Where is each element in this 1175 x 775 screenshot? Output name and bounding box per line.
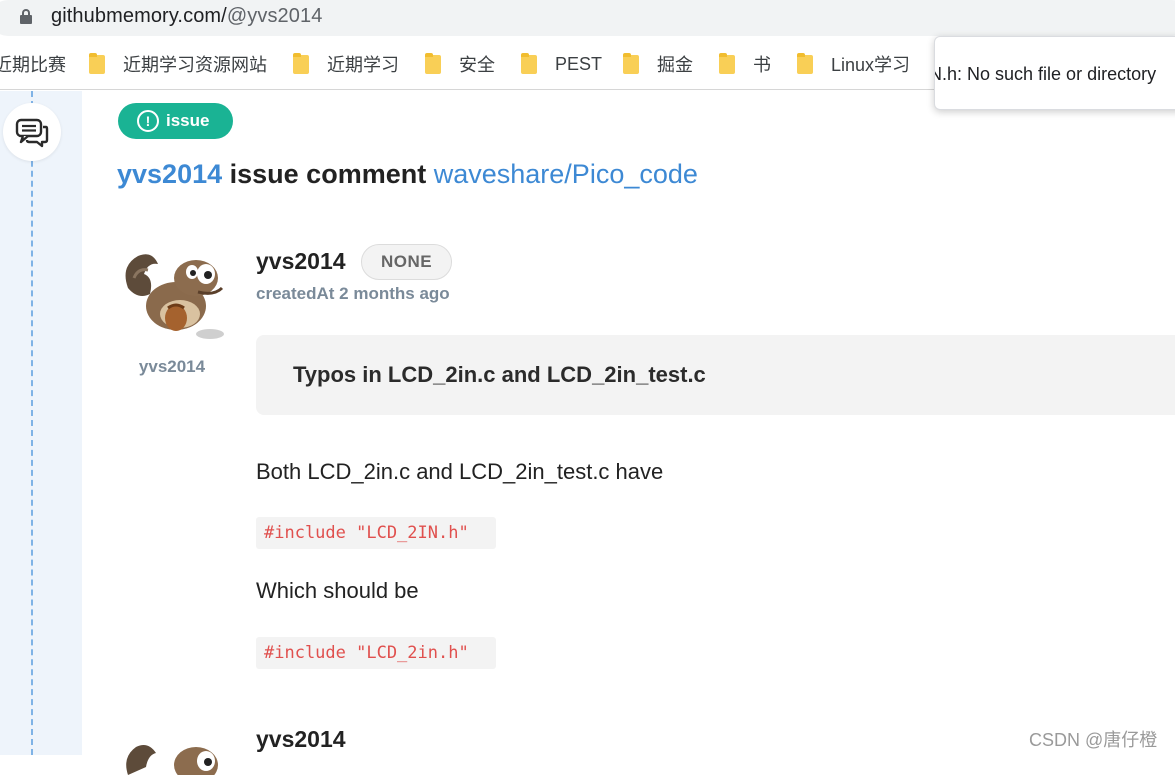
bookmark-folder[interactable]: PEST	[521, 52, 602, 76]
bookmark-folder[interactable]: Linux学习	[797, 52, 910, 76]
avatar[interactable]	[118, 248, 228, 346]
comment-paragraph: Which should be	[256, 578, 419, 603]
comment-icon	[3, 103, 61, 161]
url-host: githubmemory.com/	[51, 5, 227, 27]
folder-icon	[719, 52, 735, 74]
author-association-badge: NONE	[361, 244, 452, 280]
bookmark-item[interactable]: 近期比赛	[0, 52, 66, 76]
issue-title: Typos in LCD_2in.c and LCD_2in_test.c	[293, 362, 706, 387]
headline-action: issue comment	[229, 159, 427, 189]
url-text[interactable]: githubmemory.com/@yvs2014	[51, 5, 322, 28]
address-bar: githubmemory.com/@yvs2014	[0, 0, 1175, 38]
headline-user-link[interactable]: yvs2014	[117, 159, 222, 189]
comment-author[interactable]: yvs2014	[256, 248, 346, 275]
tooltip-popup: N.h: No such file or directory	[934, 36, 1175, 110]
headline-repo-link[interactable]: waveshare/Pico_code	[434, 159, 698, 189]
timeline-rail	[0, 91, 82, 755]
bookmark-folder[interactable]: 书	[719, 52, 771, 76]
avatar[interactable]	[118, 735, 228, 775]
folder-icon	[425, 52, 441, 74]
bookmark-folder[interactable]: 近期学习	[293, 52, 399, 76]
tooltip-text: N.h: No such file or directory	[934, 64, 1157, 84]
event-headline: yvs2014 issue comment waveshare/Pico_cod…	[117, 159, 698, 190]
watermark: CSDN @唐仔橙	[1029, 730, 1158, 750]
comment-paragraph: Both LCD_2in.c and LCD_2in_test.c have	[256, 459, 664, 484]
bookmark-folder[interactable]: 近期学习资源网站	[89, 52, 267, 76]
alert-circle-icon: !	[137, 110, 159, 132]
timeline-dashed-line	[31, 91, 33, 755]
created-label: createdAt	[256, 284, 335, 303]
folder-icon	[623, 52, 639, 74]
folder-icon	[89, 52, 105, 74]
url-path: @yvs2014	[226, 5, 323, 27]
created-timestamp: createdAt 2 months ago	[256, 284, 450, 304]
folder-icon	[797, 52, 813, 74]
next-comment-author[interactable]: yvs2014	[256, 726, 346, 753]
folder-icon	[293, 52, 309, 74]
issue-tag-label: issue	[166, 111, 210, 130]
lock-icon[interactable]	[20, 9, 32, 25]
issue-tag: ! issue	[118, 103, 233, 139]
code-snippet: #include "LCD_2in.h"	[256, 637, 496, 669]
bookmark-folder[interactable]: 掘金	[623, 52, 693, 76]
created-value: 2 months ago	[339, 284, 450, 303]
avatar-caption[interactable]: yvs2014	[118, 357, 226, 377]
code-snippet: #include "LCD_2IN.h"	[256, 517, 496, 549]
folder-icon	[521, 52, 537, 74]
bookmark-folder[interactable]: 安全	[425, 52, 495, 76]
issue-title-box[interactable]: Typos in LCD_2in.c and LCD_2in_test.c	[256, 335, 1175, 415]
